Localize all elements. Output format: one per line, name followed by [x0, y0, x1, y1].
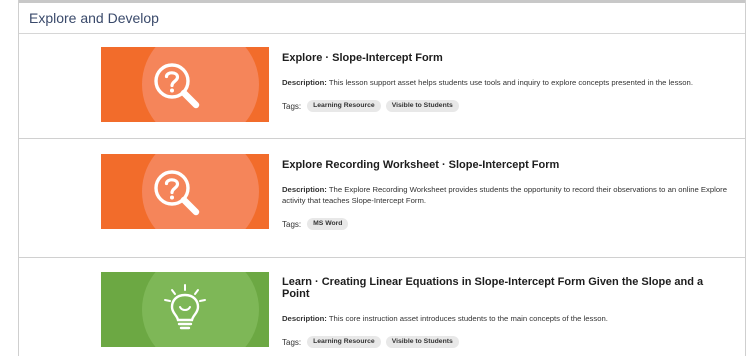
resource-item-learn[interactable]: Learn · Creating Linear Equations in Slo… — [19, 258, 745, 356]
tag-ms-word: MS Word — [307, 218, 349, 230]
description-text: This core instruction asset introduces s… — [328, 314, 608, 323]
resource-thumbnail[interactable] — [101, 47, 269, 122]
resource-item-explore-worksheet[interactable]: Explore Recording Worksheet · Slope-Inte… — [19, 139, 745, 258]
tags-row: Tags: Learning Resource Visible to Stude… — [282, 100, 731, 112]
tags-label: Tags: — [282, 219, 302, 229]
tags-row: Tags: MS Word — [282, 218, 731, 230]
description-label: Description: — [282, 314, 327, 323]
resource-title[interactable]: Learn · Creating Linear Equations in Slo… — [282, 276, 731, 300]
description-text: The Explore Recording Worksheet provides… — [282, 185, 727, 205]
tag-learning-resource: Learning Resource — [307, 100, 381, 112]
lightbulb-icon — [164, 284, 206, 330]
tag-visible-to-students: Visible to Students — [385, 336, 459, 348]
tags-row: Tags: Learning Resource Visible to Stude… — [282, 336, 731, 348]
resource-description: Description: This lesson support asset h… — [282, 77, 731, 88]
resource-title[interactable]: Explore · Slope-Intercept Form — [282, 52, 731, 64]
description-label: Description: — [282, 185, 327, 194]
explore-develop-panel: Explore and Develop Explore · Slope-Inte… — [18, 0, 746, 356]
description-label: Description: — [282, 78, 327, 87]
resource-thumbnail[interactable] — [101, 272, 269, 347]
section-title: Explore and Develop — [19, 3, 745, 34]
tag-learning-resource: Learning Resource — [307, 336, 381, 348]
resource-title[interactable]: Explore Recording Worksheet · Slope-Inte… — [282, 159, 731, 171]
resource-item-explore[interactable]: Explore · Slope-Intercept Form Descripti… — [19, 34, 745, 139]
resource-description: Description: This core instruction asset… — [282, 313, 731, 324]
tags-label: Tags: — [282, 337, 302, 347]
tag-visible-to-students: Visible to Students — [385, 100, 459, 112]
tags-label: Tags: — [282, 101, 302, 111]
resource-description: Description: The Explore Recording Works… — [282, 184, 731, 206]
resource-thumbnail[interactable] — [101, 154, 269, 229]
description-text: This lesson support asset helps students… — [328, 78, 693, 87]
magnifier-question-icon — [154, 170, 200, 216]
magnifier-question-icon — [154, 63, 200, 109]
